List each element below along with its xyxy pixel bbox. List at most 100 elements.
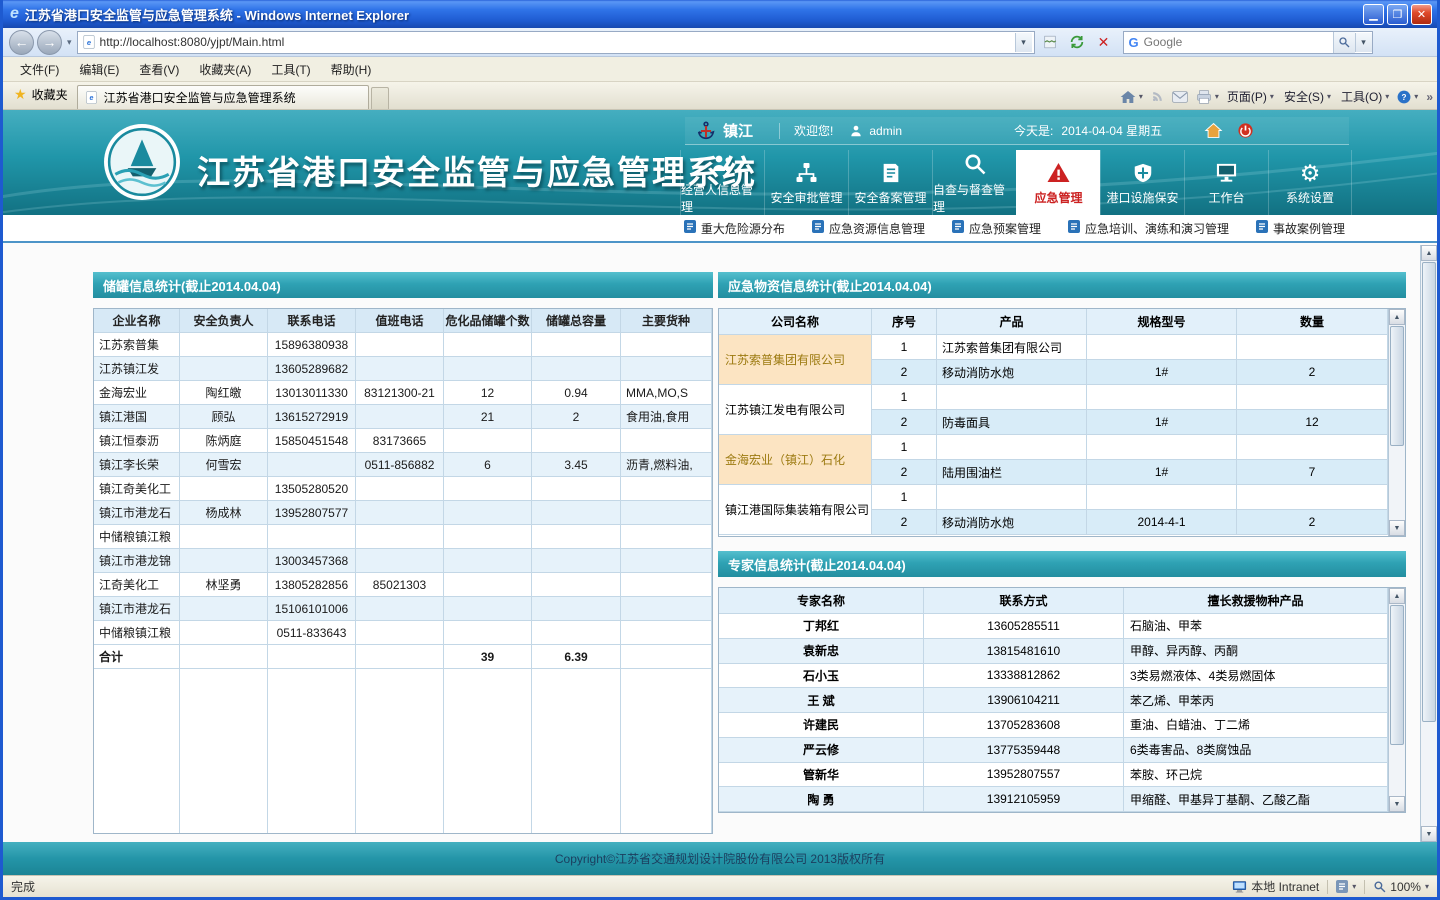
cell <box>621 429 712 453</box>
cell: 合计 <box>94 645 180 669</box>
nav-item-3[interactable]: 安全备案管理 <box>848 150 932 215</box>
scroll-down-icon[interactable]: ▼ <box>1389 520 1405 536</box>
menu-item[interactable]: 编辑(E) <box>70 58 128 81</box>
forward-button[interactable]: → <box>37 30 62 55</box>
scroll-up-icon[interactable]: ▲ <box>1389 588 1405 604</box>
home-shortcut-icon[interactable] <box>1204 122 1223 139</box>
cell: 0.94 <box>532 381 621 405</box>
nav-item-7[interactable]: 工作台 <box>1184 150 1268 215</box>
nav-item-label: 安全备案管理 <box>854 189 926 206</box>
cell <box>356 357 444 381</box>
scroll-down-icon[interactable]: ▼ <box>1389 796 1405 812</box>
menu-item[interactable]: 文件(F) <box>11 58 68 81</box>
url-field[interactable]: e ▾ <box>77 31 1035 54</box>
cell: 镇江奇美化工 <box>94 477 180 501</box>
scroll-up-icon[interactable]: ▲ <box>1389 309 1405 325</box>
table-row: 袁新忠13815481610甲醇、异丙醇、丙酮 <box>719 639 1388 664</box>
nav-item-2[interactable]: 安全审批管理 <box>764 150 848 215</box>
logout-power-icon[interactable] <box>1237 122 1254 139</box>
compatibility-view-icon[interactable] <box>1038 31 1062 54</box>
cell: 0511-856882 <box>356 453 444 477</box>
submenu-item-4[interactable]: 应急培训、演练和演习管理 <box>1068 220 1229 237</box>
nav-item-6[interactable]: 港口设施保安 <box>1100 150 1184 215</box>
cell <box>268 453 356 477</box>
protected-mode-button[interactable]: ▾ <box>1336 880 1356 893</box>
nav-item-4[interactable]: 自查与督查管理 <box>932 150 1016 215</box>
cell: 江奇美化工 <box>94 573 180 597</box>
submenu-item-5[interactable]: 事故案例管理 <box>1256 220 1345 237</box>
nav-item-label: 应急管理 <box>1034 189 1082 206</box>
page-content: 储罐信息统计(截止2014.04.04) 企业名称安全负责人联系电话值班电话危化… <box>3 245 1437 842</box>
submenu-item-1[interactable]: 重大危险源分布 <box>684 220 785 237</box>
zoom-control[interactable]: 100% ▾ <box>1373 880 1429 894</box>
nav-item-5[interactable]: 应急管理 <box>1016 150 1100 215</box>
table-row: 镇江港国顾弘13615272919212食用油,食用 <box>94 405 712 429</box>
experts-scrollbar[interactable]: ▲ ▼ <box>1388 588 1405 812</box>
column-header: 危化品储罐个数 <box>444 309 532 333</box>
menu-item[interactable]: 查看(V) <box>130 58 188 81</box>
scroll-thumb[interactable] <box>1390 326 1404 446</box>
new-tab-stub[interactable] <box>371 87 389 109</box>
print-button[interactable]: ▾ <box>1196 90 1219 104</box>
command-button[interactable]: 工具(O)▾ <box>1341 88 1389 105</box>
svg-text:e: e <box>86 38 90 47</box>
tab-page-icon: e <box>85 91 98 104</box>
nav-item-8[interactable]: ⚙系统设置 <box>1268 150 1352 215</box>
url-input[interactable] <box>100 35 1015 49</box>
cell: 7 <box>1237 460 1388 485</box>
cell <box>621 501 712 525</box>
cell: 6 <box>444 453 532 477</box>
search-magnifier-icon[interactable] <box>1333 32 1355 53</box>
command-button[interactable]: 页面(P)▾ <box>1227 88 1274 105</box>
cell: 13912105959 <box>924 787 1124 812</box>
search-input[interactable] <box>1144 35 1333 49</box>
doc-icon <box>684 220 696 236</box>
page-scrollbar[interactable]: ▲ ▼ <box>1420 245 1437 842</box>
search-box[interactable]: G ▾ <box>1123 31 1373 54</box>
scroll-thumb[interactable] <box>1390 605 1404 745</box>
command-button[interactable]: 安全(S)▾ <box>1284 88 1331 105</box>
supplies-table-frame: 公司名称序号产品规格型号数量江苏索普集团有限公司1江苏索普集团有限公司2移动消防… <box>718 308 1406 537</box>
computer-icon <box>1232 880 1247 893</box>
cell <box>1087 385 1237 410</box>
search-icon <box>963 151 987 178</box>
mail-button[interactable] <box>1172 91 1188 103</box>
history-dropdown-icon[interactable]: ▾ <box>65 37 74 48</box>
page-icon <box>1336 880 1348 893</box>
cell <box>268 525 356 549</box>
stop-icon[interactable]: ✕ <box>1092 31 1116 54</box>
scroll-thumb[interactable] <box>1422 262 1436 722</box>
url-dropdown-icon[interactable]: ▾ <box>1015 33 1032 52</box>
refresh-icon[interactable] <box>1065 31 1089 54</box>
cell: 1 <box>872 435 937 460</box>
help-button[interactable]: ? ▾ <box>1397 90 1418 104</box>
cell: 镇江港国 <box>94 405 180 429</box>
minimize-button[interactable]: ▁ <box>1363 4 1384 25</box>
back-button[interactable]: ← <box>9 30 34 55</box>
cell: 镇江李长荣 <box>94 453 180 477</box>
search-dropdown-icon[interactable]: ▾ <box>1355 33 1372 52</box>
menu-item[interactable]: 收藏夹(A) <box>190 58 260 81</box>
supplies-scrollbar[interactable]: ▲ ▼ <box>1388 309 1405 536</box>
cell: 沥青,燃料油, <box>621 453 712 477</box>
close-button[interactable]: ✕ <box>1411 4 1432 25</box>
date-label: 今天是: <box>1014 122 1053 139</box>
submenu-item-3[interactable]: 应急预案管理 <box>952 220 1041 237</box>
feed-button[interactable] <box>1151 90 1164 103</box>
overflow-chevron-icon[interactable]: » <box>1426 90 1433 104</box>
tab-active[interactable]: e 江苏省港口安全监管与应急管理系统 <box>77 85 369 109</box>
maximize-button[interactable]: ❐ <box>1387 4 1408 25</box>
nav-item-1[interactable]: 经营人信息管理 <box>680 150 764 215</box>
cell <box>356 645 444 669</box>
nav-item-label: 自查与督查管理 <box>933 181 1016 215</box>
submenu-item-2[interactable]: 应急资源信息管理 <box>812 220 925 237</box>
scroll-down-icon[interactable]: ▼ <box>1421 826 1437 842</box>
menu-item[interactable]: 帮助(H) <box>322 58 381 81</box>
cell <box>444 573 532 597</box>
cell <box>356 405 444 429</box>
favorites-button[interactable]: ★ 收藏夹 <box>7 82 77 109</box>
scroll-up-icon[interactable]: ▲ <box>1421 245 1437 261</box>
submenu-item-label: 重大危险源分布 <box>701 220 785 237</box>
home-button[interactable]: ▾ <box>1120 90 1143 104</box>
menu-item[interactable]: 工具(T) <box>262 58 319 81</box>
